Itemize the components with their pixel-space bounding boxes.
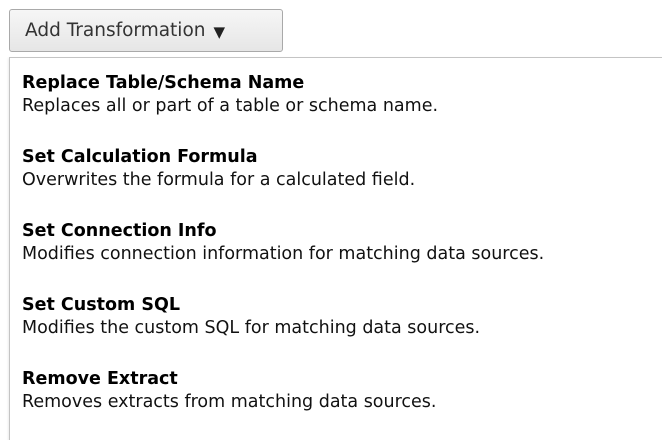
menu-item-remove-extract[interactable]: Remove Extract Removes extracts from mat… bbox=[22, 354, 662, 416]
menu-item-title: Replace Table/Schema Name bbox=[22, 73, 305, 93]
menu-item-description: Overwrites the formula for a calculated … bbox=[22, 170, 416, 190]
menu-item-title: Set Connection Info bbox=[22, 221, 217, 241]
menu-item-title: Set Custom SQL bbox=[22, 295, 180, 315]
menu-item-description: Modifies connection information for matc… bbox=[22, 244, 545, 264]
menu-item-title: Set Calculation Formula bbox=[22, 147, 258, 167]
menu-item-title: Remove Extract bbox=[22, 369, 178, 389]
transformation-dropdown-menu: Replace Table/Schema Name Replaces all o… bbox=[9, 57, 662, 440]
menu-item-replace-table-schema-name[interactable]: Replace Table/Schema Name Replaces all o… bbox=[22, 58, 662, 120]
add-transformation-button[interactable]: Add Transformation ▼ bbox=[9, 9, 283, 52]
menu-item-description: Removes extracts from matching data sour… bbox=[22, 392, 437, 412]
caret-down-icon: ▼ bbox=[213, 22, 226, 41]
menu-item-description: Modifies the custom SQL for matching dat… bbox=[22, 318, 481, 338]
menu-item-description: Replaces all or part of a table or schem… bbox=[22, 96, 439, 116]
menu-item-set-custom-sql[interactable]: Set Custom SQL Modifies the custom SQL f… bbox=[22, 280, 662, 342]
menu-item-set-calculation-formula[interactable]: Set Calculation Formula Overwrites the f… bbox=[22, 132, 662, 194]
add-transformation-label: Add Transformation bbox=[25, 20, 206, 41]
menu-item-set-connection-info[interactable]: Set Connection Info Modifies connection … bbox=[22, 206, 662, 268]
